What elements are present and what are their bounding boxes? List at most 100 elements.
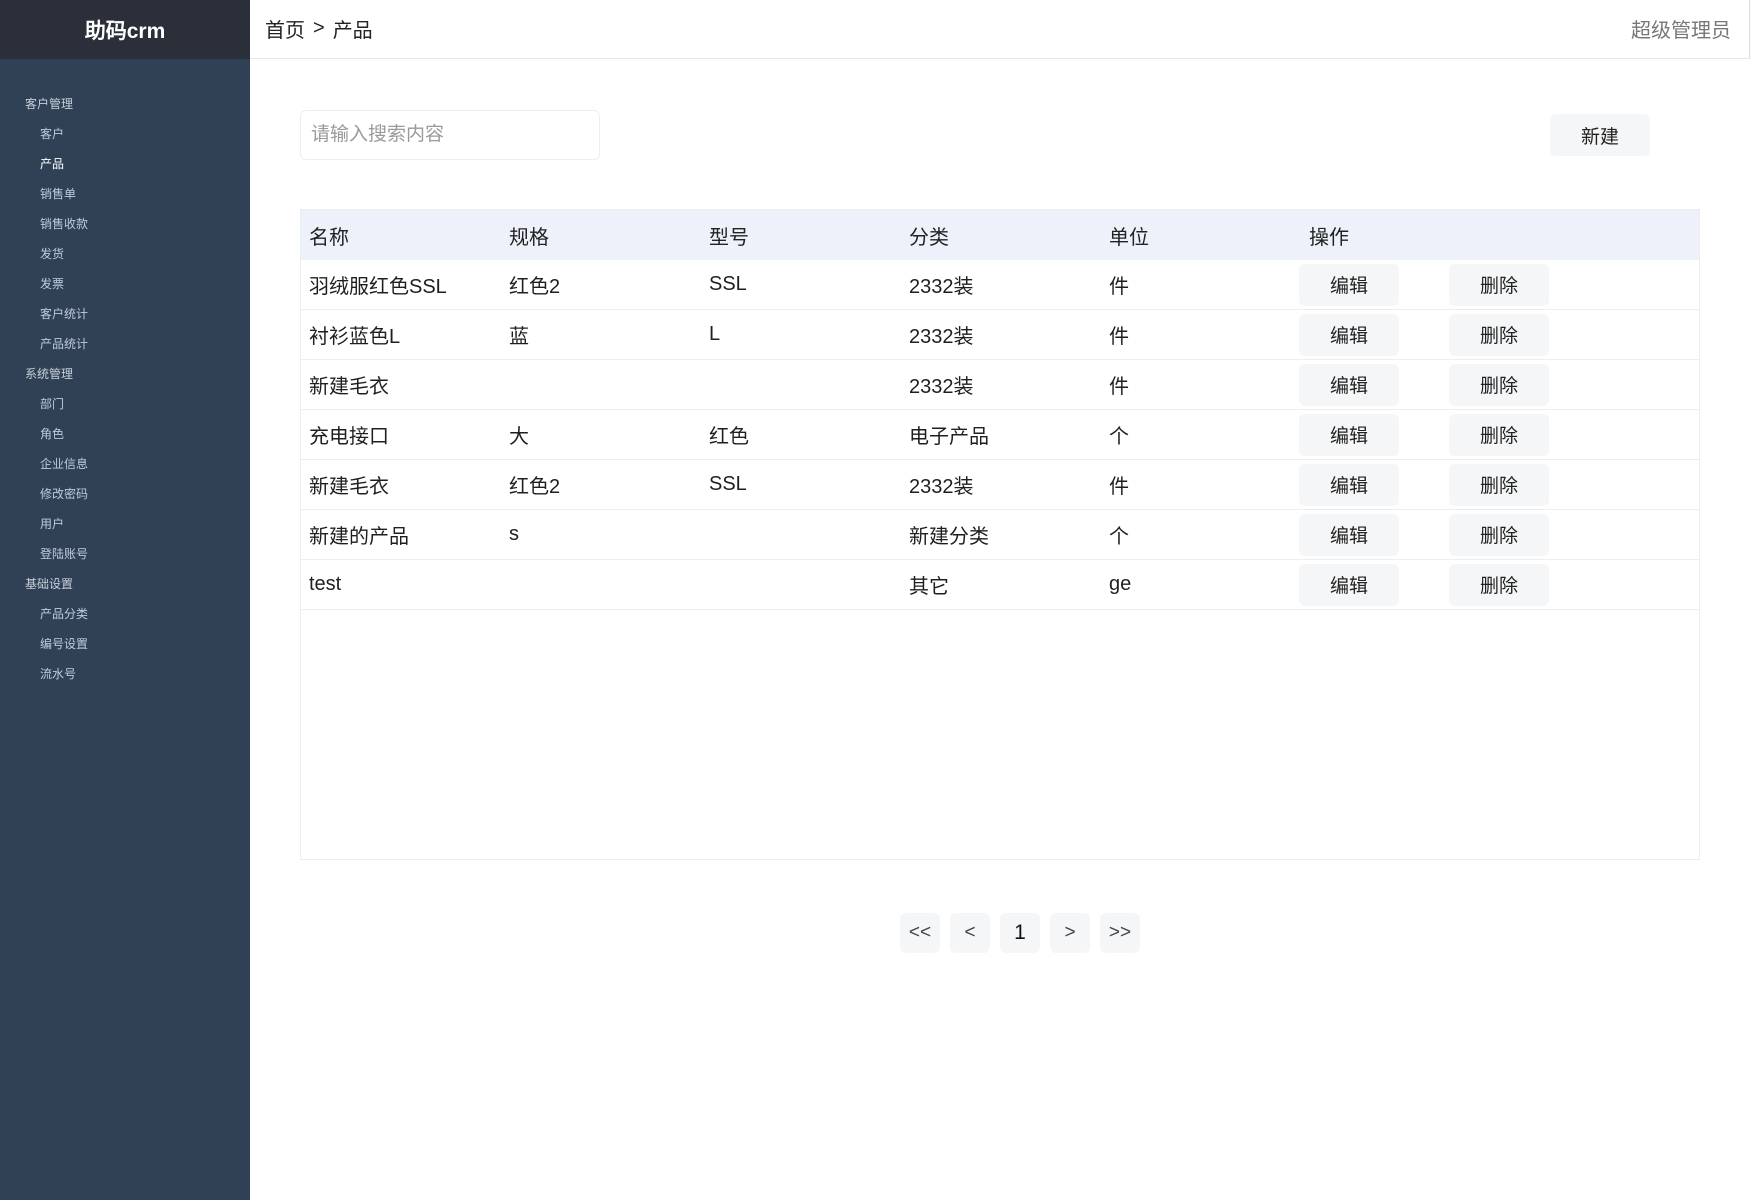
table-cell-spec: 蓝 xyxy=(509,326,529,348)
breadcrumb-home-link[interactable]: 首页 xyxy=(265,14,305,43)
breadcrumb-current: 产品 xyxy=(332,19,373,42)
sidebar-item[interactable]: 修改密码 xyxy=(0,479,250,509)
table-cell-spec: 红色2 xyxy=(509,276,561,298)
search-input[interactable] xyxy=(300,110,600,160)
table-cell-category: 新建分类 xyxy=(909,526,989,548)
table-row: 新建毛衣 红色2 SSL 2332装 件 编辑 删除 xyxy=(301,460,1699,510)
sidebar-item[interactable]: 流水号 xyxy=(0,659,250,689)
next-page-button[interactable]: > xyxy=(1050,913,1090,953)
table-cell-spec: 大 xyxy=(509,426,529,448)
table-row: 充电接口 大 红色 电子产品 个 编辑 删除 xyxy=(301,410,1699,460)
sidebar-item[interactable]: 部门 xyxy=(0,389,250,419)
sidebar-group-title[interactable]: 客户管理 xyxy=(0,89,250,119)
table-cell-name: 新建毛衣 xyxy=(309,476,389,498)
sidebar-group-title[interactable]: 系统管理 xyxy=(0,359,250,389)
table-cell-name: 衬衫蓝色L xyxy=(309,326,401,348)
table-cell-category: 2332装 xyxy=(909,376,974,398)
new-product-button[interactable]: 新建 xyxy=(1550,114,1650,156)
table-cell-actions: 编辑 删除 xyxy=(1299,463,1549,506)
table-row: 衬衫蓝色L 蓝 L 2332装 件 编辑 删除 xyxy=(301,310,1699,360)
column-header: 型号 xyxy=(709,226,749,249)
sidebar-item[interactable]: 用户 xyxy=(0,509,250,539)
table-cell-unit: 个 xyxy=(1109,526,1129,548)
table-cell-unit: 件 xyxy=(1109,276,1129,298)
delete-button[interactable]: 删除 xyxy=(1449,563,1549,606)
table-cell-unit: 件 xyxy=(1109,476,1129,498)
delete-button[interactable]: 删除 xyxy=(1449,513,1549,556)
table-cell-category: 2332装 xyxy=(909,276,974,298)
sidebar-item[interactable]: 产品 xyxy=(0,149,250,179)
table-body: 羽绒服红色SSL 红色2 SSL 2332装件编辑 删除 衬衫蓝色L 蓝 L 2332装件编辑删… xyxy=(301,260,1699,610)
table-cell-model: 红色 xyxy=(709,426,749,448)
brand-logo: 助码crm xyxy=(0,0,250,59)
table-row: 新建的产品 s 新建分类 个 编辑 删除 xyxy=(301,510,1699,560)
sidebar-item[interactable]: 销售单 xyxy=(0,179,250,209)
table-cell-name: test xyxy=(309,573,342,595)
column-header: 分类 xyxy=(909,226,949,249)
delete-button[interactable]: 删除 xyxy=(1449,463,1549,506)
sidebar-item[interactable]: 产品分类 xyxy=(0,599,250,629)
first-page-button[interactable]: << xyxy=(900,913,940,953)
delete-button[interactable]: 删除 xyxy=(1449,263,1549,306)
sidebar-nav: 客户管理 客户 产品 销售单 销售收款 发货 发票 客户统计 产品统计 系统管理 部门 角色 企业信息修… xyxy=(0,59,250,689)
table-cell-category: 电子产品 xyxy=(909,426,989,448)
sidebar-item[interactable]: 产品统计 xyxy=(0,329,250,359)
table-cell-actions: 编辑 删除 xyxy=(1299,513,1549,556)
edit-button[interactable]: 编辑 xyxy=(1299,413,1399,456)
table-cell-name: 羽绒服红色SSL xyxy=(309,276,447,298)
sidebar-item[interactable]: 客户 xyxy=(0,119,250,149)
sidebar-group-title[interactable]: 基础设置 xyxy=(0,569,250,599)
edit-button[interactable]: 编辑 xyxy=(1299,363,1399,406)
edit-button[interactable]: 编辑 xyxy=(1299,463,1399,506)
column-header: 单位 xyxy=(1109,226,1149,249)
table-cell-unit: 件 xyxy=(1109,326,1129,348)
table-cell-actions: 编辑 删除 xyxy=(1299,363,1549,406)
table-cell-unit: 个 xyxy=(1109,426,1129,448)
table-cell-unit: 件 xyxy=(1109,376,1129,398)
edit-button[interactable]: 编辑 xyxy=(1299,313,1399,356)
table-cell-actions: 编辑 删除 xyxy=(1299,563,1549,606)
sidebar-item[interactable]: 企业信息 xyxy=(0,449,250,479)
edit-button[interactable]: 编辑 xyxy=(1299,563,1399,606)
breadcrumb-separator: > xyxy=(313,16,325,39)
user-menu[interactable]: 超级管理员 xyxy=(1631,0,1731,56)
table-cell-model: SSL xyxy=(709,273,747,295)
table-cell-actions: 编辑 删除 xyxy=(1299,263,1549,306)
delete-button[interactable]: 删除 xyxy=(1449,413,1549,456)
table-cell-unit: ge xyxy=(1109,573,1132,595)
table-cell-spec: s xyxy=(509,523,519,545)
table-cell-name: 充电接口 xyxy=(309,426,389,448)
table-cell-actions: 编辑 删除 xyxy=(1299,313,1549,356)
pagination: << < 1 > >> xyxy=(900,913,1150,953)
sidebar-item[interactable]: 发票 xyxy=(0,269,250,299)
table-cell-category: 2332装 xyxy=(909,326,974,348)
table-row: 新建毛衣 2332装 件 编辑 删除 xyxy=(301,360,1699,410)
table-row: test 其它 ge 编辑 删除 xyxy=(301,560,1699,610)
product-table: 名称 规格 型号 分类 单位 操作 羽绒服红色SSL 红色2 SSL 2332装件编辑 删除 衬衫蓝… xyxy=(300,209,1700,860)
sidebar-item[interactable]: 登陆账号 xyxy=(0,539,250,569)
last-page-button[interactable]: >> xyxy=(1100,913,1140,953)
table-cell-name: 新建的产品 xyxy=(309,526,409,548)
delete-button[interactable]: 删除 xyxy=(1449,363,1549,406)
delete-button[interactable]: 删除 xyxy=(1449,313,1549,356)
top-header: 首页 > 产品 超级管理员 xyxy=(250,0,1750,59)
table-cell-model: L xyxy=(709,323,721,345)
sidebar-item[interactable]: 客户统计 xyxy=(0,299,250,329)
sidebar-item[interactable]: 编号设置 xyxy=(0,629,250,659)
edit-button[interactable]: 编辑 xyxy=(1299,263,1399,306)
table-cell-name: 新建毛衣 xyxy=(309,376,389,398)
column-header: 名称 xyxy=(309,226,349,249)
table-cell-spec: 红色2 xyxy=(509,476,561,498)
table-cell-category: 2332装 xyxy=(909,476,974,498)
prev-page-button[interactable]: < xyxy=(950,913,990,953)
table-header: 名称 规格 型号 分类 单位 操作 xyxy=(301,210,1699,260)
page-number-current[interactable]: 1 xyxy=(1000,913,1040,953)
column-header: 操作 xyxy=(1309,226,1349,249)
sidebar-item[interactable]: 发货 xyxy=(0,239,250,269)
table-cell-category: 其它 xyxy=(909,576,949,598)
sidebar-item[interactable]: 角色 xyxy=(0,419,250,449)
sidebar: 助码crm 客户管理 客户 产品 销售单 销售收款 发货 发票 客户统计 产品统计 系统管理 部门角… xyxy=(0,0,250,1200)
table-row: 羽绒服红色SSL 红色2 SSL 2332装 件 编辑 删除 xyxy=(301,260,1699,310)
sidebar-item[interactable]: 销售收款 xyxy=(0,209,250,239)
edit-button[interactable]: 编辑 xyxy=(1299,513,1399,556)
